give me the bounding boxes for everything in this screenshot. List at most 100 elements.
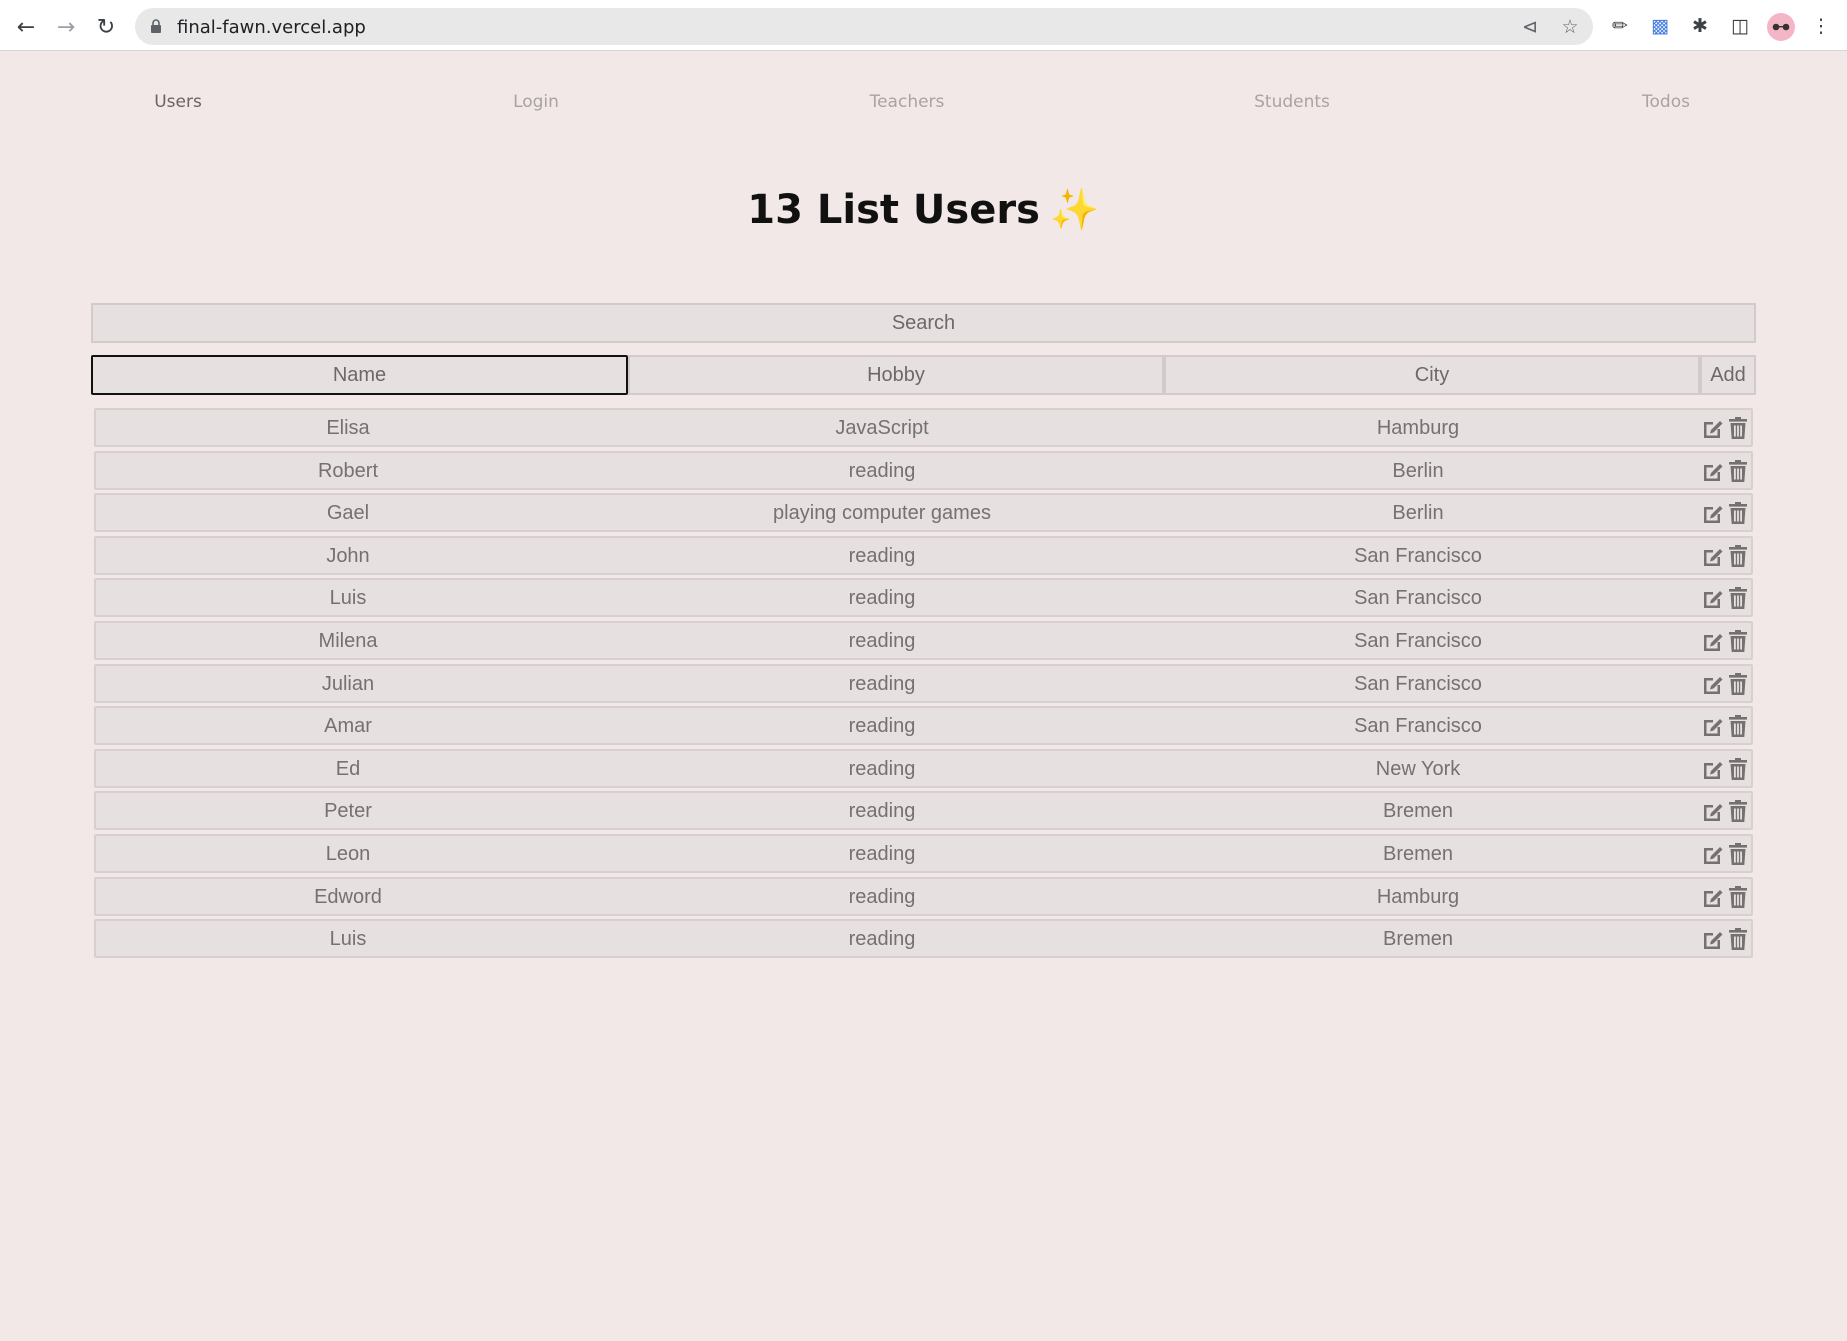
user-hobby: reading — [848, 587, 916, 609]
eyedropper-extension-icon[interactable]: ✏ — [1607, 13, 1633, 39]
browser-menu-icon[interactable]: ⋮ — [1808, 13, 1834, 39]
user-city: San Francisco — [1354, 673, 1482, 695]
nav-teachers[interactable]: Teachers — [870, 92, 945, 112]
nav-todos[interactable]: Todos — [1642, 92, 1690, 112]
user-city: New York — [1375, 758, 1461, 780]
user-name: Gael — [326, 502, 370, 524]
user-row: Peter reading Bremen — [94, 791, 1753, 830]
user-city: Bremen — [1382, 928, 1454, 950]
user-city: Berlin — [1392, 502, 1444, 524]
user-city: Berlin — [1392, 460, 1444, 482]
user-city: Hamburg — [1376, 417, 1460, 439]
user-row: Gael playing computer games Berlin — [94, 493, 1753, 532]
address-bar[interactable]: final-fawn.vercel.app ⊲ ☆ — [135, 8, 1593, 45]
user-hobby: reading — [848, 886, 916, 908]
user-hobby: reading — [848, 758, 916, 780]
page-title: 13 List Users ✨ — [0, 186, 1847, 233]
bookmark-star-icon[interactable]: ☆ — [1557, 14, 1583, 40]
user-hobby: reading — [848, 843, 916, 865]
nav-students[interactable]: Students — [1254, 92, 1330, 112]
user-name: Elisa — [326, 417, 370, 439]
user-hobby: reading — [848, 545, 916, 567]
hobby-field[interactable] — [628, 355, 1164, 395]
extensions-puzzle-icon[interactable]: ✱ — [1687, 13, 1713, 39]
user-row: Leon reading Bremen — [94, 834, 1753, 873]
edit-icon[interactable] — [1701, 799, 1725, 823]
user-name: Leon — [325, 843, 371, 865]
user-name: Luis — [329, 587, 367, 609]
user-row: Julian reading San Francisco — [94, 664, 1753, 703]
user-hobby: reading — [848, 800, 916, 822]
edit-icon[interactable] — [1701, 757, 1725, 781]
trash-icon[interactable] — [1726, 714, 1750, 738]
user-hobby: reading — [848, 460, 916, 482]
browser-toolbar: ← → ↻ final-fawn.vercel.app ⊲ ☆ ✏ ▩ ✱ ◫ … — [0, 0, 1847, 51]
edit-icon[interactable] — [1701, 544, 1725, 568]
trash-icon[interactable] — [1726, 672, 1750, 696]
edit-icon[interactable] — [1701, 714, 1725, 738]
user-name: Robert — [317, 460, 379, 482]
trash-icon[interactable] — [1726, 629, 1750, 653]
edit-icon[interactable] — [1701, 927, 1725, 951]
user-row: John reading San Francisco — [94, 536, 1753, 575]
edit-icon[interactable] — [1701, 629, 1725, 653]
url-text: final-fawn.vercel.app — [177, 17, 366, 38]
translate-extension-icon[interactable]: ▩ — [1647, 13, 1673, 39]
city-field[interactable] — [1164, 355, 1700, 395]
edit-icon[interactable] — [1701, 416, 1725, 440]
page-title-text: 13 List Users — [747, 187, 1040, 233]
user-city: Bremen — [1382, 843, 1454, 865]
edit-icon[interactable] — [1701, 586, 1725, 610]
user-city: Bremen — [1382, 800, 1454, 822]
trash-icon[interactable] — [1726, 459, 1750, 483]
user-hobby: reading — [848, 673, 916, 695]
user-name: Peter — [324, 800, 372, 822]
edit-icon[interactable] — [1701, 842, 1725, 866]
profile-avatar[interactable] — [1767, 13, 1795, 41]
add-user-button[interactable]: Add — [1700, 355, 1756, 395]
edit-icon[interactable] — [1701, 501, 1725, 525]
user-hobby: reading — [848, 715, 916, 737]
user-hobby: JavaScript — [835, 417, 929, 439]
trash-icon[interactable] — [1726, 416, 1750, 440]
edit-icon[interactable] — [1701, 672, 1725, 696]
add-user-form: Add — [91, 355, 1756, 395]
reload-icon[interactable]: ↻ — [91, 12, 121, 42]
trash-icon[interactable] — [1726, 885, 1750, 909]
user-name: Julian — [321, 673, 375, 695]
user-row: Luis reading San Francisco — [94, 578, 1753, 617]
trash-icon[interactable] — [1726, 757, 1750, 781]
share-icon[interactable]: ⊲ — [1517, 14, 1543, 40]
user-hobby: playing computer games — [773, 502, 991, 524]
user-row: Elisa JavaScript Hamburg — [94, 408, 1753, 447]
search-input[interactable] — [91, 303, 1756, 343]
trash-icon[interactable] — [1726, 927, 1750, 951]
nav-login[interactable]: Login — [513, 92, 559, 112]
main-nav: Users Login Teachers Students Todos — [0, 92, 1847, 118]
trash-icon[interactable] — [1726, 544, 1750, 568]
user-hobby: reading — [848, 630, 916, 652]
user-row: Milena reading San Francisco — [94, 621, 1753, 660]
user-city: San Francisco — [1354, 587, 1482, 609]
user-row: Amar reading San Francisco — [94, 706, 1753, 745]
forward-icon[interactable]: → — [51, 12, 81, 42]
sparkles-icon: ✨ — [1049, 187, 1100, 233]
user-name: John — [326, 545, 370, 567]
name-field[interactable] — [91, 355, 628, 395]
trash-icon[interactable] — [1726, 842, 1750, 866]
edit-icon[interactable] — [1701, 885, 1725, 909]
trash-icon[interactable] — [1726, 799, 1750, 823]
user-row: Edword reading Hamburg — [94, 877, 1753, 916]
user-hobby: reading — [848, 928, 916, 950]
user-name: Milena — [318, 630, 378, 652]
user-row: Ed reading New York — [94, 749, 1753, 788]
trash-icon[interactable] — [1726, 501, 1750, 525]
back-icon[interactable]: ← — [11, 12, 41, 42]
lock-icon — [151, 19, 161, 33]
user-row: Luis reading Bremen — [94, 919, 1753, 958]
user-city: San Francisco — [1354, 545, 1482, 567]
edit-icon[interactable] — [1701, 459, 1725, 483]
trash-icon[interactable] — [1726, 586, 1750, 610]
nav-users[interactable]: Users — [154, 92, 202, 112]
side-panel-icon[interactable]: ◫ — [1727, 13, 1753, 39]
